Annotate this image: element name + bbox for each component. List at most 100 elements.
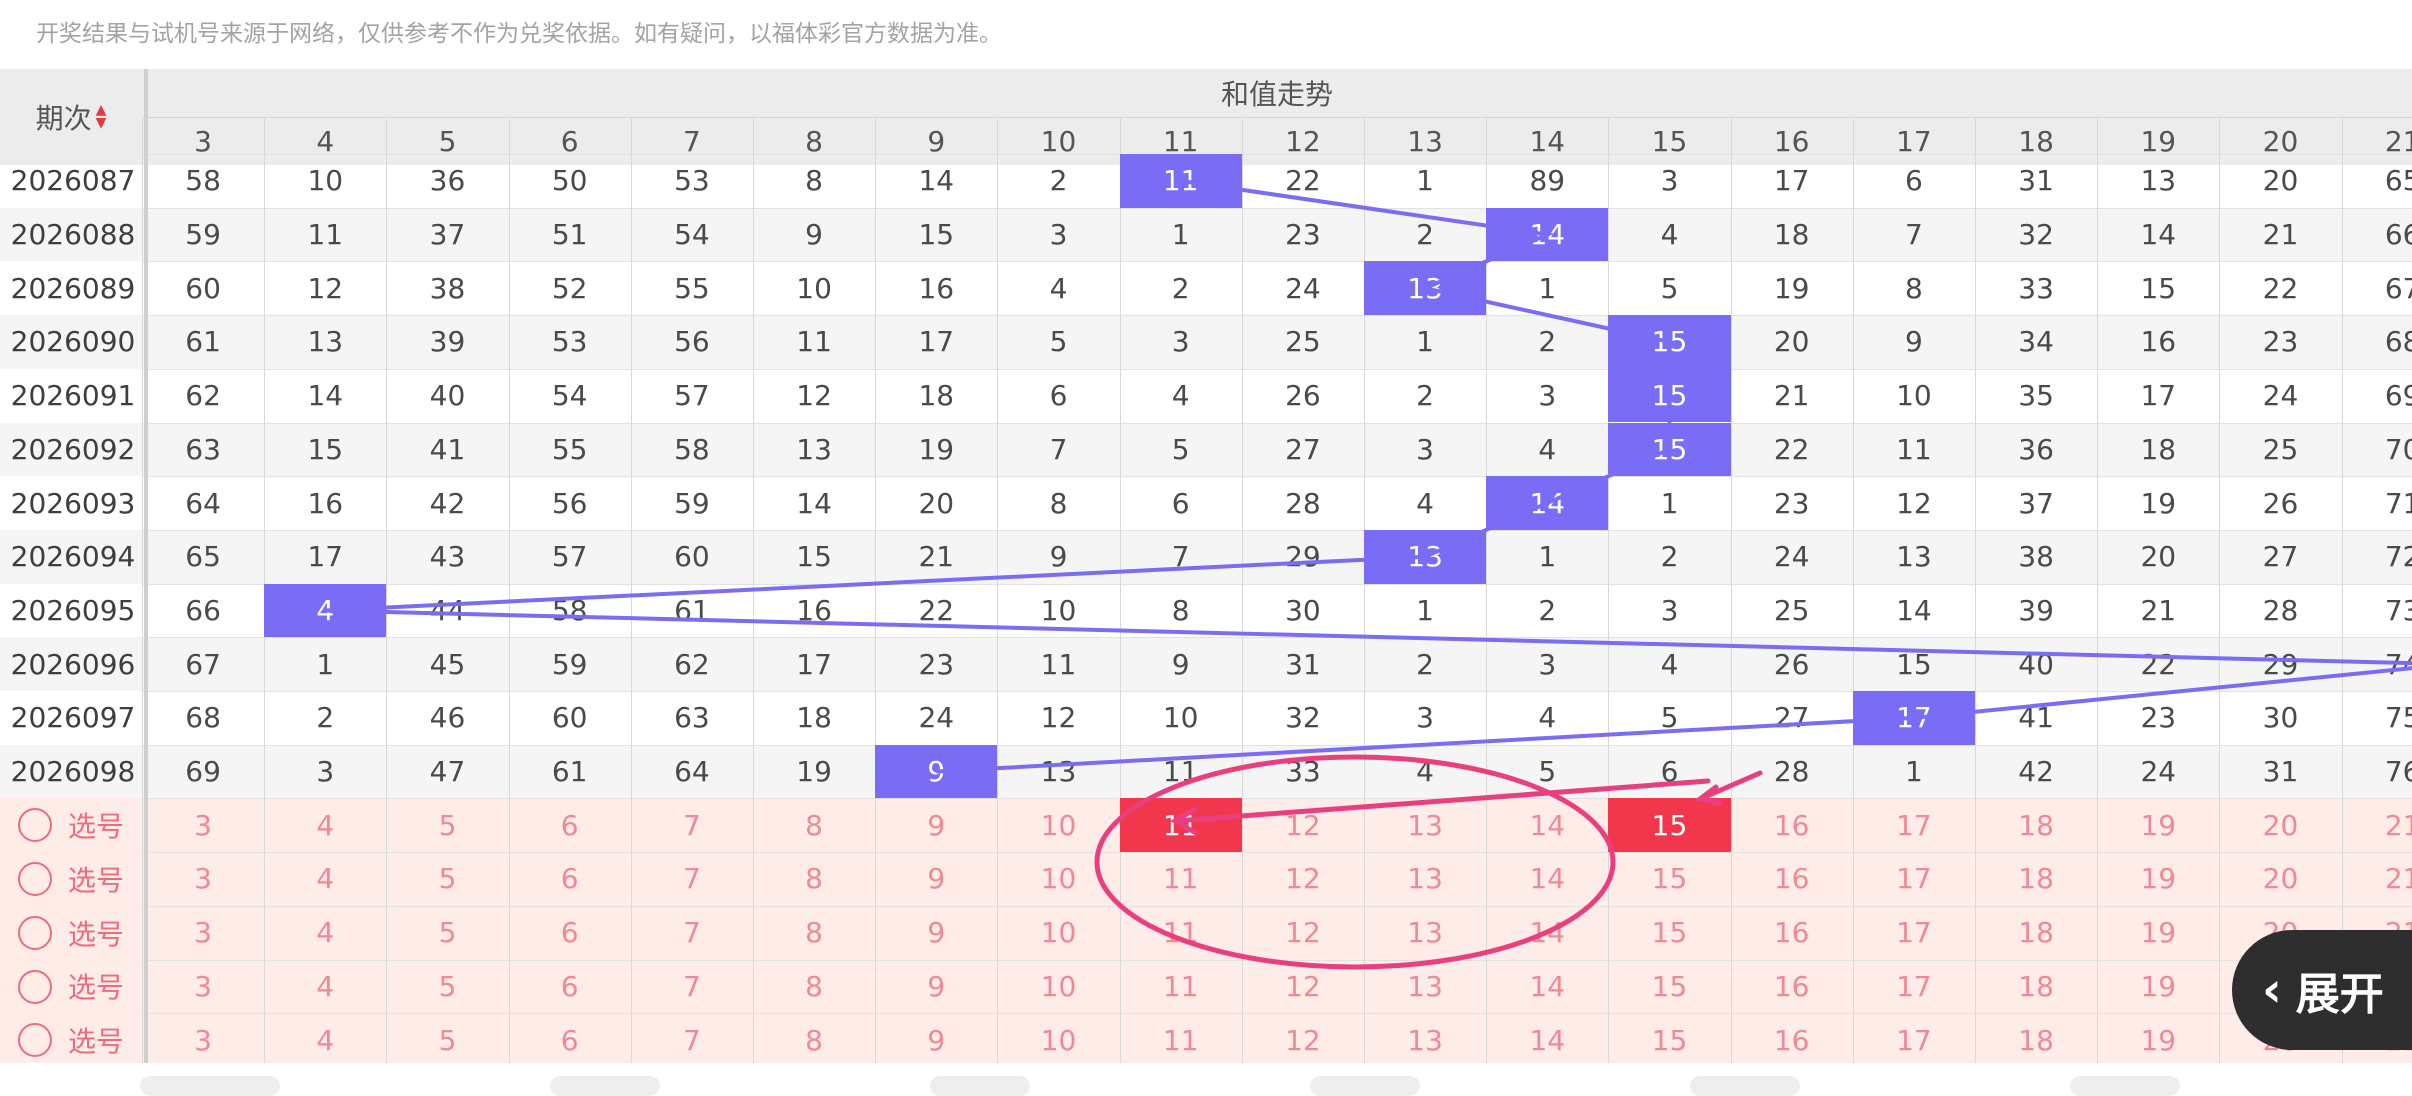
pick-number[interactable]: 18 [1975, 960, 2097, 1014]
pick-number[interactable]: 19 [2097, 906, 2219, 960]
pick-number[interactable]: 15 [1608, 906, 1730, 960]
pick-number[interactable]: 5 [386, 1013, 508, 1063]
pick-number[interactable]: 3 [142, 960, 264, 1014]
pick-number[interactable]: 6 [509, 1013, 631, 1063]
pick-number[interactable]: 4 [264, 1013, 386, 1063]
pick-number[interactable]: 7 [631, 798, 753, 852]
pick-number[interactable]: 12 [1242, 798, 1364, 852]
pick-number[interactable]: 8 [753, 906, 875, 960]
pick-number[interactable]: 5 [386, 852, 508, 906]
pick-number[interactable]: 14 [1486, 906, 1608, 960]
pick-number[interactable]: 13 [1364, 960, 1486, 1014]
pick-number[interactable]: 9 [875, 960, 997, 1014]
select-radio[interactable] [18, 915, 52, 950]
pick-number[interactable]: 13 [1364, 798, 1486, 852]
pick-number[interactable]: 13 [1364, 852, 1486, 906]
pick-number[interactable]: 7 [631, 960, 753, 1014]
pick-number[interactable]: 5 [386, 960, 508, 1014]
pick-number[interactable]: 17 [1853, 852, 1975, 906]
pick-number[interactable]: 8 [753, 798, 875, 852]
pick-number[interactable]: 3 [142, 798, 264, 852]
pick-number[interactable]: 3 [142, 852, 264, 906]
pick-number[interactable]: 16 [1731, 960, 1853, 1014]
pick-number[interactable]: 19 [2097, 798, 2219, 852]
pick-number[interactable]: 6 [509, 852, 631, 906]
pick-number[interactable]: 17 [1853, 1013, 1975, 1063]
bottom-tab-pill[interactable] [1310, 1076, 1420, 1096]
pick-number[interactable]: 14 [1486, 1013, 1608, 1063]
bottom-tab-pill[interactable] [1690, 1076, 1800, 1096]
pick-number[interactable]: 12 [1242, 906, 1364, 960]
pick-number[interactable]: 7 [631, 1013, 753, 1063]
pick-number[interactable]: 4 [264, 906, 386, 960]
pick-number[interactable]: 7 [631, 906, 753, 960]
pick-number[interactable]: 12 [1242, 960, 1364, 1014]
pick-number[interactable]: 3 [142, 906, 264, 960]
pick-number[interactable]: 10 [997, 906, 1119, 960]
pick-number[interactable]: 9 [875, 798, 997, 852]
pick-number[interactable]: 8 [753, 960, 875, 1014]
expand-button[interactable]: ‹ 展开 [2232, 930, 2412, 1050]
pick-number[interactable]: 11 [1120, 960, 1242, 1014]
pick-number[interactable]: 11 [1120, 906, 1242, 960]
pick-number[interactable]: 16 [1731, 852, 1853, 906]
pick-number[interactable]: 15 [1608, 960, 1730, 1014]
pick-number[interactable]: 6 [509, 798, 631, 852]
pick-number-selected[interactable]: 15 [1608, 798, 1731, 853]
pick-number[interactable]: 11 [1120, 1013, 1242, 1063]
pick-number[interactable]: 8 [753, 852, 875, 906]
pick-number[interactable]: 14 [1486, 960, 1608, 1014]
pick-number[interactable]: 6 [509, 960, 631, 1014]
pick-number[interactable]: 14 [1486, 798, 1608, 852]
select-radio[interactable] [18, 862, 52, 897]
pick-number[interactable]: 20 [2219, 852, 2341, 906]
pick-number[interactable]: 12 [1242, 852, 1364, 906]
pick-number[interactable]: 17 [1853, 960, 1975, 1014]
pick-number[interactable]: 10 [997, 1013, 1119, 1063]
bottom-tab-pill[interactable] [930, 1076, 1030, 1096]
pick-number[interactable]: 16 [1731, 1013, 1853, 1063]
select-radio[interactable] [18, 969, 52, 1004]
pick-number[interactable]: 10 [997, 798, 1119, 852]
pick-number[interactable]: 15 [1608, 1013, 1730, 1063]
pick-number[interactable]: 15 [1608, 852, 1730, 906]
pick-number[interactable]: 16 [1731, 906, 1853, 960]
pick-number[interactable]: 6 [509, 906, 631, 960]
pick-number[interactable]: 21 [2342, 798, 2412, 852]
select-radio[interactable] [18, 1023, 52, 1058]
pick-number[interactable]: 19 [2097, 960, 2219, 1014]
pick-number[interactable]: 18 [1975, 906, 2097, 960]
bottom-tab-pill[interactable] [550, 1076, 660, 1096]
pick-number[interactable]: 21 [2342, 852, 2412, 906]
pick-number[interactable]: 19 [2097, 852, 2219, 906]
pick-number[interactable]: 4 [264, 798, 386, 852]
pick-number[interactable]: 18 [1975, 852, 2097, 906]
pick-number[interactable]: 5 [386, 906, 508, 960]
pick-number[interactable]: 4 [264, 960, 386, 1014]
pick-number[interactable]: 17 [1853, 906, 1975, 960]
pick-number[interactable]: 13 [1364, 906, 1486, 960]
pick-number[interactable]: 9 [875, 852, 997, 906]
pick-number[interactable]: 7 [631, 852, 753, 906]
pick-number[interactable]: 16 [1731, 798, 1853, 852]
pick-number[interactable]: 12 [1242, 1013, 1364, 1063]
pick-number[interactable]: 3 [142, 1013, 264, 1063]
pick-number[interactable]: 14 [1486, 852, 1608, 906]
pick-number[interactable]: 20 [2219, 798, 2341, 852]
pick-number[interactable]: 19 [2097, 1013, 2219, 1063]
bottom-tab-pill[interactable] [2070, 1076, 2180, 1096]
pick-number[interactable]: 9 [875, 906, 997, 960]
pick-number[interactable]: 11 [1120, 852, 1242, 906]
pick-number[interactable]: 10 [997, 852, 1119, 906]
pick-number[interactable]: 5 [386, 798, 508, 852]
period-sort-header[interactable]: 期次 ▲ ▼ [0, 69, 142, 165]
pick-number-selected[interactable]: 11 [1119, 798, 1242, 853]
pick-number[interactable]: 10 [997, 960, 1119, 1014]
pick-number[interactable]: 8 [753, 1013, 875, 1063]
pick-number[interactable]: 18 [1975, 798, 2097, 852]
pick-number[interactable]: 13 [1364, 1013, 1486, 1063]
bottom-tab-pill[interactable] [140, 1076, 280, 1096]
pick-number[interactable]: 9 [875, 1013, 997, 1063]
pick-number[interactable]: 17 [1853, 798, 1975, 852]
pick-number[interactable]: 18 [1975, 1013, 2097, 1063]
